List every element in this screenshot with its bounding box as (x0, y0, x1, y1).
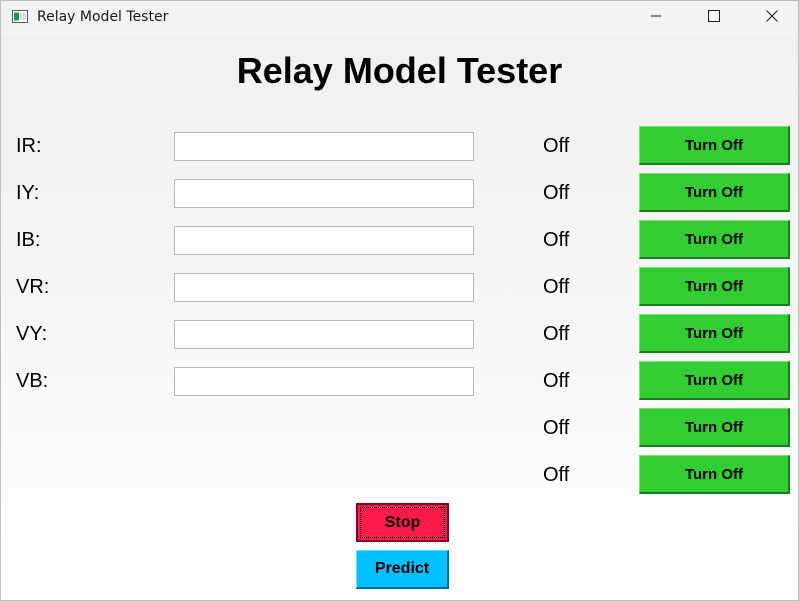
ib-label: IB: (16, 229, 41, 251)
vb-input[interactable] (174, 367, 474, 396)
relay-2-status: Off (543, 182, 570, 204)
maximize-button[interactable] (685, 1, 743, 34)
ib-input[interactable] (174, 226, 474, 255)
vr-input[interactable] (174, 273, 474, 302)
relay-7-toggle-button[interactable]: Turn Off (639, 408, 790, 447)
stop-button[interactable]: Stop (356, 503, 449, 542)
relay-8-status: Off (543, 464, 570, 486)
vy-input[interactable] (174, 320, 474, 349)
app-content: Relay Model Tester IR: IY: IB: VR: VY: V… (1, 34, 798, 600)
relay-8-toggle-button[interactable]: Turn Off (639, 455, 790, 494)
relay-6-toggle-button[interactable]: Turn Off (639, 361, 790, 400)
predict-button[interactable]: Predict (356, 550, 449, 589)
relay-5-status: Off (543, 323, 570, 345)
window-title: Relay Model Tester (37, 9, 169, 25)
minimize-button[interactable] (627, 1, 685, 34)
relay-7-status: Off (543, 417, 570, 439)
relay-4-toggle-button[interactable]: Turn Off (639, 267, 790, 306)
app-window-icon (12, 10, 28, 23)
iy-input[interactable] (174, 179, 474, 208)
iy-label: IY: (16, 182, 40, 204)
relay-1-status: Off (543, 135, 570, 157)
ir-input[interactable] (174, 132, 474, 161)
close-icon (766, 9, 778, 27)
relay-3-toggle-button[interactable]: Turn Off (639, 220, 790, 259)
maximize-icon (708, 9, 720, 27)
relay-6-status: Off (543, 370, 570, 392)
ir-label: IR: (16, 135, 42, 157)
relay-1-toggle-button[interactable]: Turn Off (639, 126, 790, 165)
app-heading: Relay Model Tester (236, 50, 563, 91)
relay-2-toggle-button[interactable]: Turn Off (639, 173, 790, 212)
title-bar[interactable]: Relay Model Tester (1, 1, 798, 34)
close-button[interactable] (743, 1, 798, 34)
relay-3-status: Off (543, 229, 570, 251)
app-window: Relay Model Tester Relay Model Tester IR… (0, 0, 799, 601)
vb-label: VB: (16, 370, 49, 392)
relay-5-toggle-button[interactable]: Turn Off (639, 314, 790, 353)
vr-label: VR: (16, 276, 50, 298)
minimize-icon (650, 9, 662, 27)
vy-label: VY: (16, 323, 48, 345)
relay-4-status: Off (543, 276, 570, 298)
